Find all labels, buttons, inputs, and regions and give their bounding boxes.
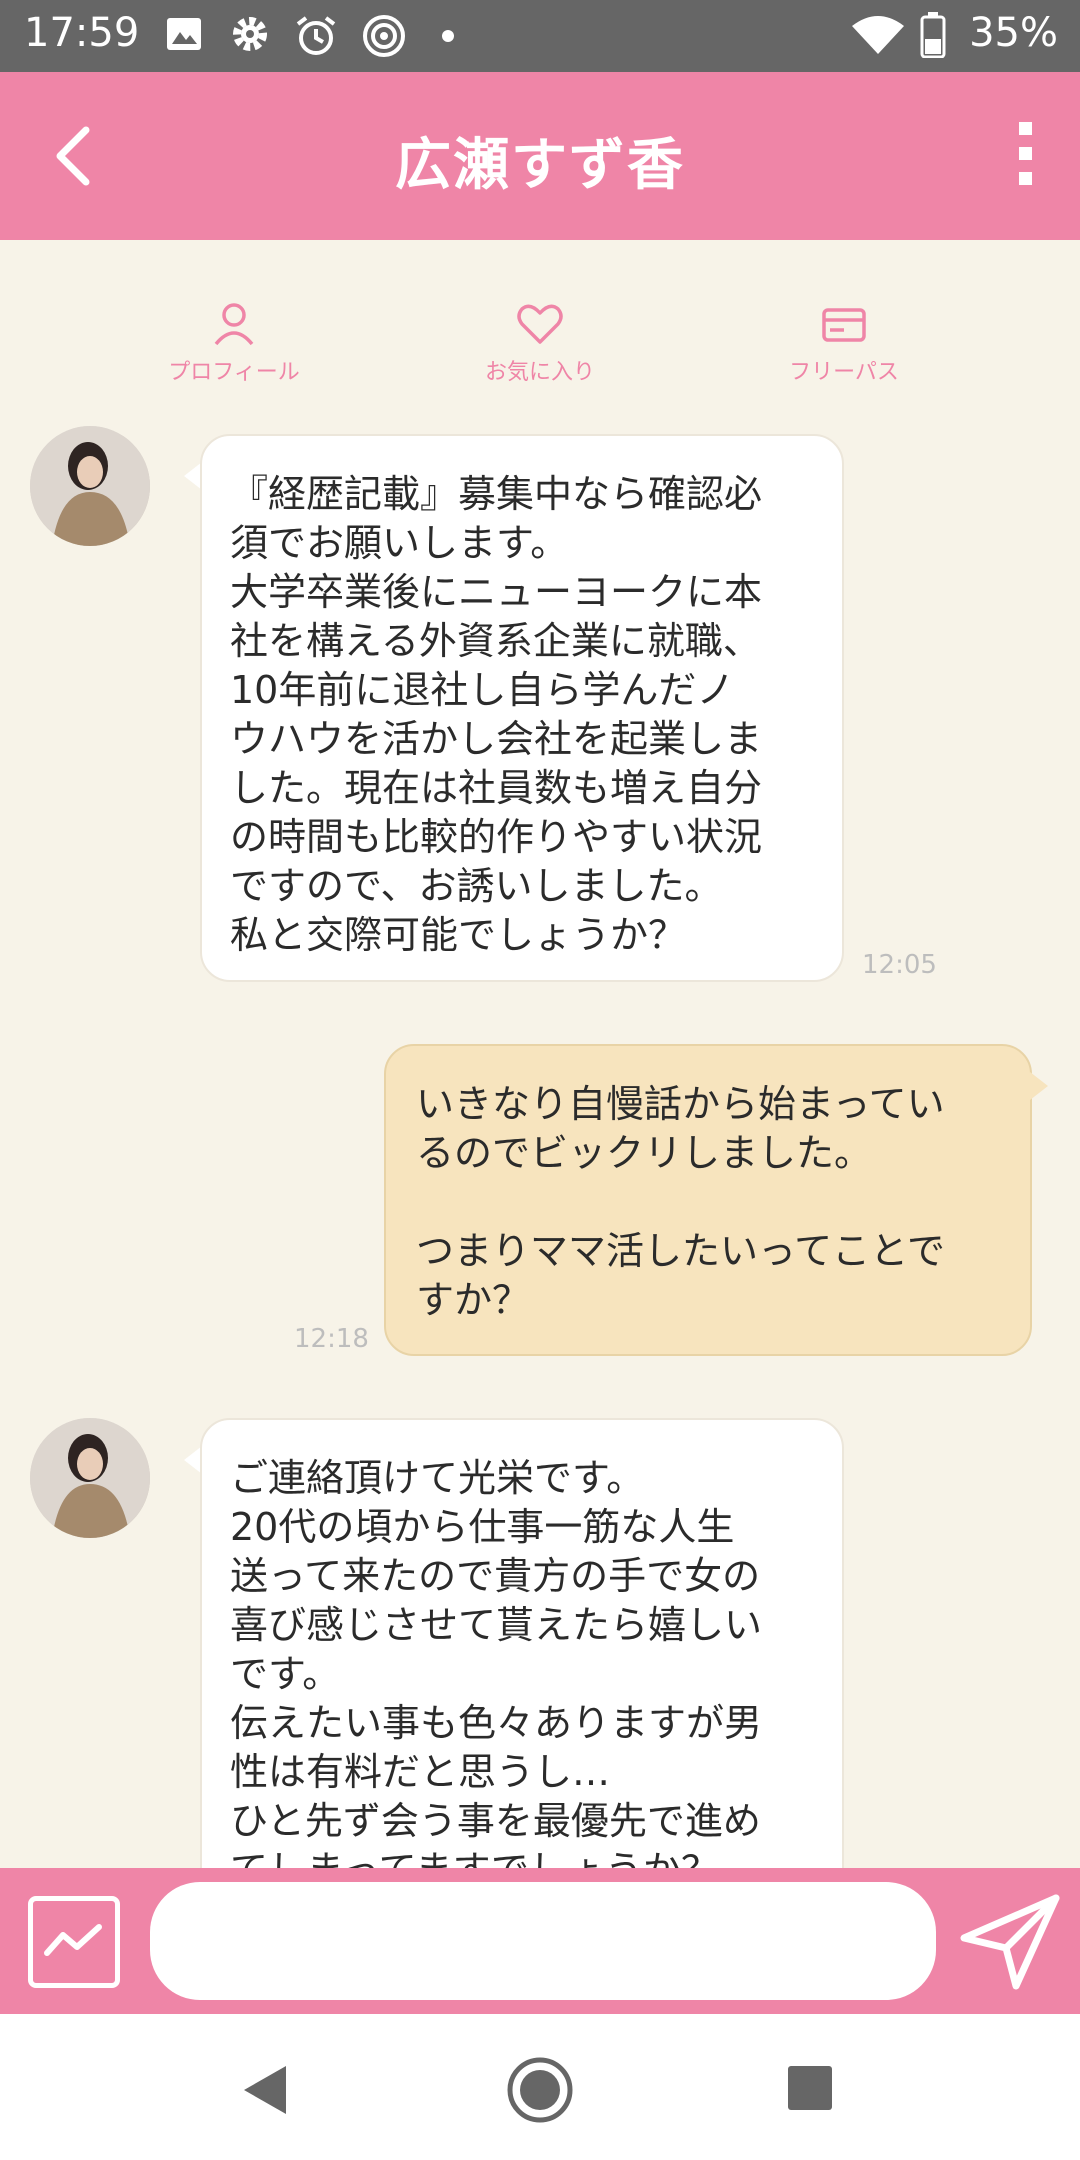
favorite-button[interactable]: お気に入り xyxy=(430,300,650,386)
heart-icon xyxy=(517,304,563,344)
status-time: 17:59 xyxy=(24,10,140,56)
quick-actions: プロフィール お気に入り フリーパス xyxy=(0,300,1080,400)
user-photo-icon xyxy=(30,426,150,546)
nav-recent-apps-icon[interactable] xyxy=(786,2064,834,2112)
image-icon xyxy=(167,18,201,50)
profile-button[interactable]: プロフィール xyxy=(124,300,344,386)
battery-percentage: 35% xyxy=(969,10,1058,56)
message-time: 12:18 xyxy=(294,1324,369,1354)
avatar[interactable] xyxy=(30,426,150,546)
bubble-tail xyxy=(1030,1072,1048,1100)
profile-label: プロフィール xyxy=(168,360,300,385)
nav-home-icon[interactable] xyxy=(506,2056,574,2124)
avatar[interactable] xyxy=(30,1418,150,1538)
wifi-icon xyxy=(852,16,904,54)
navigation-bar xyxy=(0,2014,1080,2160)
free-pass-label: フリーパス xyxy=(789,360,899,385)
page-title: 広瀬すず香 xyxy=(395,133,685,198)
send-icon xyxy=(960,1894,1060,1990)
alarm-icon xyxy=(296,16,336,55)
stamp-button[interactable] xyxy=(28,1896,120,1988)
message-bubble-incoming: ご連絡頂けて光栄です。 20代の頃から仕事一筋な人生 送って来たので貴方の手で女… xyxy=(200,1418,844,1918)
status-bar: 17:59 35% xyxy=(0,0,1080,72)
card-icon xyxy=(822,308,866,342)
more-vertical-icon xyxy=(1018,122,1032,135)
message-input[interactable] xyxy=(150,1882,936,2000)
message-bubble-incoming: 『経歴記載』募集中なら確認必 須でお願いします。 大学卒業後にニューヨークに本 … xyxy=(200,434,844,982)
message-composer xyxy=(0,1868,1080,2014)
more-options-button[interactable] xyxy=(1010,122,1040,192)
chart-line-icon xyxy=(44,1924,102,1956)
free-pass-button[interactable]: フリーパス xyxy=(734,300,954,386)
battery-icon xyxy=(920,12,946,58)
message-time: 12:05 xyxy=(862,950,937,980)
app-header: 広瀬すず香 xyxy=(0,72,1080,240)
favorite-label: お気に入り xyxy=(484,360,595,385)
person-icon xyxy=(214,303,254,346)
nav-back-icon[interactable] xyxy=(242,2064,288,2116)
send-button[interactable] xyxy=(958,1888,1062,1992)
user-photo-icon xyxy=(30,1418,150,1538)
target-icon xyxy=(363,15,405,57)
message-bubble-outgoing: いきなり自慢話から始まってい るのでビックリしました。 つまりママ活したいってこ… xyxy=(384,1044,1032,1356)
settings-icon xyxy=(233,17,267,51)
more-notifications-dot-icon xyxy=(442,30,454,42)
